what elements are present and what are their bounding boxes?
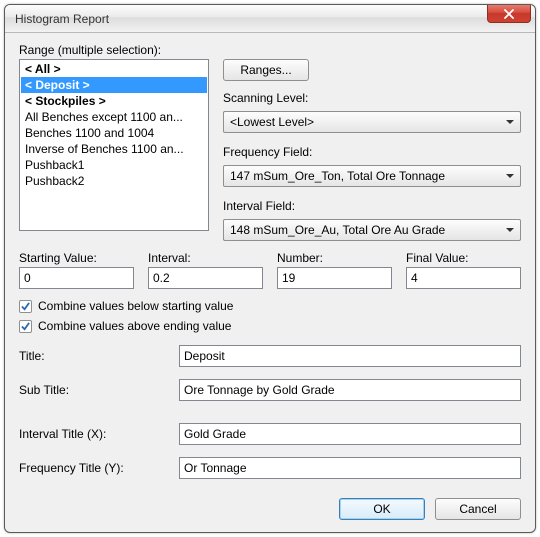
number-label: Number: [277, 251, 392, 265]
starting-value-input[interactable] [19, 267, 134, 289]
interval-title-label: Interval Title (X): [19, 427, 179, 441]
range-list-item[interactable]: Pushback2 [21, 173, 207, 189]
frequency-title-input[interactable] [179, 457, 521, 479]
ranges-button[interactable]: Ranges... [223, 59, 309, 81]
subtitle-input[interactable] [179, 379, 521, 401]
titlebar: Histogram Report [5, 5, 535, 33]
combine-above-label: Combine values above ending value [38, 319, 231, 333]
window-title: Histogram Report [15, 12, 109, 26]
scanning-level-value: <Lowest Level> [230, 115, 314, 129]
scanning-level-label: Scanning Level: [223, 91, 521, 105]
interval-field-select[interactable]: 148 mSum_Ore_Au, Total Ore Au Grade [223, 219, 521, 241]
title-input[interactable] [179, 345, 521, 367]
frequency-field-value: 147 mSum_Ore_Ton, Total Ore Tonnage [230, 169, 445, 183]
interval-input[interactable] [148, 267, 263, 289]
range-list-item[interactable]: Inverse of Benches 1100 an... [21, 141, 207, 157]
title-label: Title: [19, 349, 179, 363]
chevron-down-icon [506, 228, 514, 232]
range-list-item[interactable]: Benches 1100 and 1004 [21, 125, 207, 141]
combine-above-checkbox[interactable]: Combine values above ending value [19, 319, 521, 333]
range-list-item[interactable]: All Benches except 1100 an... [21, 109, 207, 125]
interval-title-input[interactable] [179, 423, 521, 445]
content-area: Range (multiple selection): < All >< Dep… [5, 33, 535, 532]
subtitle-label: Sub Title: [19, 383, 179, 397]
checkbox-icon [19, 320, 32, 333]
range-list-item[interactable]: < Deposit > [21, 77, 207, 93]
interval-label: Interval: [148, 251, 263, 265]
combine-below-checkbox[interactable]: Combine values below starting value [19, 299, 521, 313]
interval-field-value: 148 mSum_Ore_Au, Total Ore Au Grade [230, 223, 445, 237]
combine-below-label: Combine values below starting value [38, 299, 233, 313]
scanning-level-select[interactable]: <Lowest Level> [223, 111, 521, 133]
ok-button[interactable]: OK [339, 498, 425, 520]
number-input[interactable] [277, 267, 392, 289]
frequency-title-label: Frequency Title (Y): [19, 461, 179, 475]
frequency-field-label: Frequency Field: [223, 145, 521, 159]
range-list-item[interactable]: Pushback1 [21, 157, 207, 173]
starting-value-label: Starting Value: [19, 251, 134, 265]
cancel-button[interactable]: Cancel [435, 498, 521, 520]
dialog-window: Histogram Report Range (multiple selecti… [4, 4, 536, 533]
final-value-input[interactable] [406, 267, 521, 289]
chevron-down-icon [506, 120, 514, 124]
close-icon [504, 9, 514, 19]
range-list-item[interactable]: < All > [21, 61, 207, 77]
chevron-down-icon [506, 174, 514, 178]
range-label: Range (multiple selection): [19, 43, 209, 57]
final-value-label: Final Value: [406, 251, 521, 265]
close-button[interactable] [487, 5, 531, 23]
interval-field-label: Interval Field: [223, 199, 521, 213]
checkbox-icon [19, 300, 32, 313]
frequency-field-select[interactable]: 147 mSum_Ore_Ton, Total Ore Tonnage [223, 165, 521, 187]
range-list-item[interactable]: < Stockpiles > [21, 93, 207, 109]
range-listbox[interactable]: < All >< Deposit >< Stockpiles >All Benc… [19, 59, 209, 231]
